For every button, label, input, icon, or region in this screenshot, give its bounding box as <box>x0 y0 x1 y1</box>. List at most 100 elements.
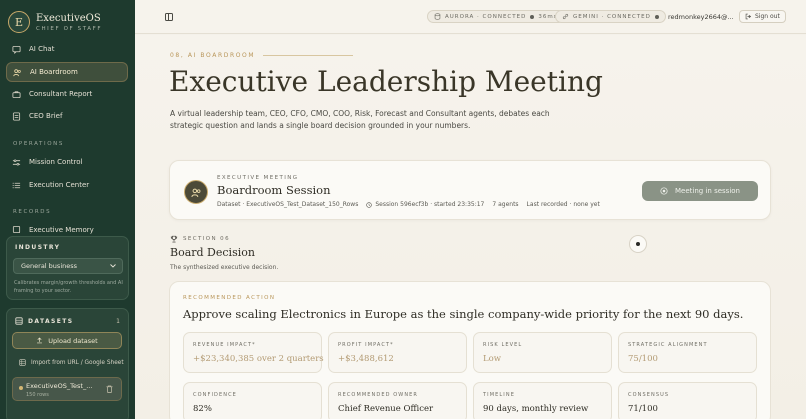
metric-value: 90 days, monthly review <box>483 404 589 414</box>
metric-label: RECOMMENDED OWNER <box>338 392 418 398</box>
meeting-in-session-button[interactable]: Meeting in session <box>642 181 758 201</box>
nav-item-ai-chat[interactable]: AI Chat <box>6 39 128 59</box>
metric-strategic-alignment: STRATEGIC ALIGNMENT 75/100 <box>618 332 757 373</box>
active-dot <box>19 386 23 390</box>
metric-confidence: CONFIDENCE 82% <box>183 382 322 419</box>
metric-value: Low <box>483 354 502 364</box>
session-kicker: EXECUTIVE MEETING <box>217 175 299 181</box>
section-kicker: SECTION 06 <box>170 235 230 243</box>
aurora-status-pill: AURORA · CONNECTED 36ms <box>427 10 565 23</box>
section-title: Board Decision <box>170 246 255 259</box>
gemini-status-label: GEMINI · CONNECTED <box>573 13 651 20</box>
clock-icon <box>366 201 373 208</box>
metric-label: RISK LEVEL <box>483 342 523 348</box>
metric-revenue-impact: REVENUE IMPACT* +$23,340,385 over 2 quar… <box>183 332 324 373</box>
trash-icon[interactable] <box>106 385 113 393</box>
datasets-content: Upload dataset Import from URL / Google … <box>6 308 129 419</box>
chat-icon <box>12 45 21 54</box>
nav-item-label: Consultant Report <box>29 90 93 98</box>
page-title: Executive Leadership Meeting <box>169 65 603 98</box>
dataset-file-rows: 150 rows <box>26 392 49 398</box>
session-last-recorded: Last recorded · none yet <box>526 201 600 208</box>
metric-value: +$23,340,385 over 2 quarters <box>193 354 324 364</box>
sheet-icon <box>19 359 26 366</box>
nav-item-label: AI Boardroom <box>30 68 78 76</box>
sign-out-icon <box>745 13 752 20</box>
sign-out-button[interactable]: Sign out <box>739 10 786 23</box>
metric-consensus: CONSENSUS 71/100 <box>618 382 757 419</box>
recommended-action-kicker: RECOMMENDED ACTION <box>183 295 276 301</box>
metric-value: Chief Revenue Officer <box>338 404 434 414</box>
dataset-file-name: ExecutiveOS_Test_... <box>26 382 93 390</box>
sidebar-toggle-icon[interactable] <box>165 13 173 21</box>
nav-item-execution-center[interactable]: Execution Center <box>6 175 128 195</box>
aurora-status-label: AURORA · CONNECTED <box>445 13 527 20</box>
metric-risk-level: RISK LEVEL Low <box>473 332 612 373</box>
nav-item-ceo-brief[interactable]: CEO Brief <box>6 106 128 126</box>
metric-value: 75/100 <box>628 354 658 364</box>
metric-label: CONFIDENCE <box>193 392 237 398</box>
page-kicker: 08, AI BOARDROOM <box>170 52 354 59</box>
brand[interactable]: E ExecutiveOS CHIEF OF STAFF <box>8 11 102 33</box>
briefcase-icon <box>12 90 21 98</box>
industry-select-value: General business <box>21 262 78 270</box>
people-icon <box>190 188 200 197</box>
metric-label: REVENUE IMPACT* <box>193 342 256 348</box>
session-card: EXECUTIVE MEETING Boardroom Session Data… <box>169 160 771 220</box>
sign-out-label: Sign out <box>755 13 780 20</box>
gemini-status-pill: GEMINI · CONNECTED <box>555 10 666 23</box>
status-dot <box>654 14 659 19</box>
main-content: 08, AI BOARDROOM Executive Leadership Me… <box>135 35 806 419</box>
people-icon <box>13 68 21 76</box>
section-subtitle: The synthesized executive decision. <box>170 264 279 271</box>
import-link[interactable]: Import from URL / Google Sheet <box>19 359 124 366</box>
industry-select[interactable]: General business <box>13 258 123 274</box>
nav-item-label: Execution Center <box>29 181 90 189</box>
session-dataset: Dataset · ExecutiveOS_Test_Dataset_150_R… <box>217 201 359 208</box>
industry-panel: INDUSTRY General business Calibrates mar… <box>6 236 129 300</box>
top-bar: AURORA · CONNECTED 36ms GEMINI · CONNECT… <box>135 0 806 34</box>
metric-label: CONSENSUS <box>628 392 670 398</box>
nav-item-executive-memory[interactable]: Executive Memory <box>6 221 128 235</box>
metric-value: +$3,488,612 <box>338 354 394 364</box>
section-kicker-text: SECTION 06 <box>183 236 230 242</box>
nav-item-consultant-report[interactable]: Consultant Report <box>6 84 128 104</box>
session-agents: 7 agents <box>492 201 519 208</box>
upload-icon <box>37 337 43 344</box>
industry-description: Calibrates margin/growth thresholds and … <box>14 280 123 294</box>
page-kicker-text: 08, AI BOARDROOM <box>170 52 256 59</box>
upload-label: Upload dataset <box>48 336 98 345</box>
metric-timeline: TIMELINE 90 days, monthly review <box>473 382 612 419</box>
metric-label: TIMELINE <box>483 392 515 398</box>
upload-dataset-button[interactable]: Upload dataset <box>12 332 122 349</box>
trophy-icon <box>170 235 178 243</box>
session-avatar <box>184 180 208 204</box>
nav-section-records: RECORDS <box>13 209 52 215</box>
list-icon <box>12 182 21 188</box>
decision-card: RECOMMENDED ACTION Approve scaling Elect… <box>169 281 771 419</box>
import-label: Import from URL / Google Sheet <box>31 359 124 366</box>
nav-item-label: Mission Control <box>29 158 83 166</box>
meeting-button-label: Meeting in session <box>675 187 740 195</box>
nav-item-mission-control[interactable]: Mission Control <box>6 152 128 172</box>
database-icon <box>434 13 441 20</box>
nav-item-label: AI Chat <box>29 45 55 53</box>
session-id: Session 596ecf3b · started 23:35:17 <box>375 201 485 208</box>
nav-item-ai-boardroom[interactable]: AI Boardroom <box>6 62 128 82</box>
brand-subtitle: CHIEF OF STAFF <box>36 25 103 32</box>
kicker-divider <box>263 55 354 56</box>
session-title: Boardroom Session <box>217 183 331 197</box>
chevron-down-icon <box>110 264 116 268</box>
metric-label: PROFIT IMPACT* <box>338 342 394 348</box>
nav-section-operations: OPERATIONS <box>13 141 64 147</box>
recording-indicator[interactable] <box>629 235 647 253</box>
memory-icon <box>12 225 21 234</box>
record-dot-icon <box>636 242 640 246</box>
metric-recommended-owner: RECOMMENDED OWNER Chief Revenue Officer <box>328 382 467 419</box>
status-dot <box>530 14 535 19</box>
metric-profit-impact: PROFIT IMPACT* +$3,488,612 <box>328 332 467 373</box>
user-email: redmonkey2664@... <box>668 13 734 21</box>
industry-title: INDUSTRY <box>15 244 61 251</box>
session-meta: Dataset · ExecutiveOS_Test_Dataset_150_R… <box>217 201 600 208</box>
dataset-file-card[interactable]: ExecutiveOS_Test_... 150 rows <box>12 377 122 401</box>
